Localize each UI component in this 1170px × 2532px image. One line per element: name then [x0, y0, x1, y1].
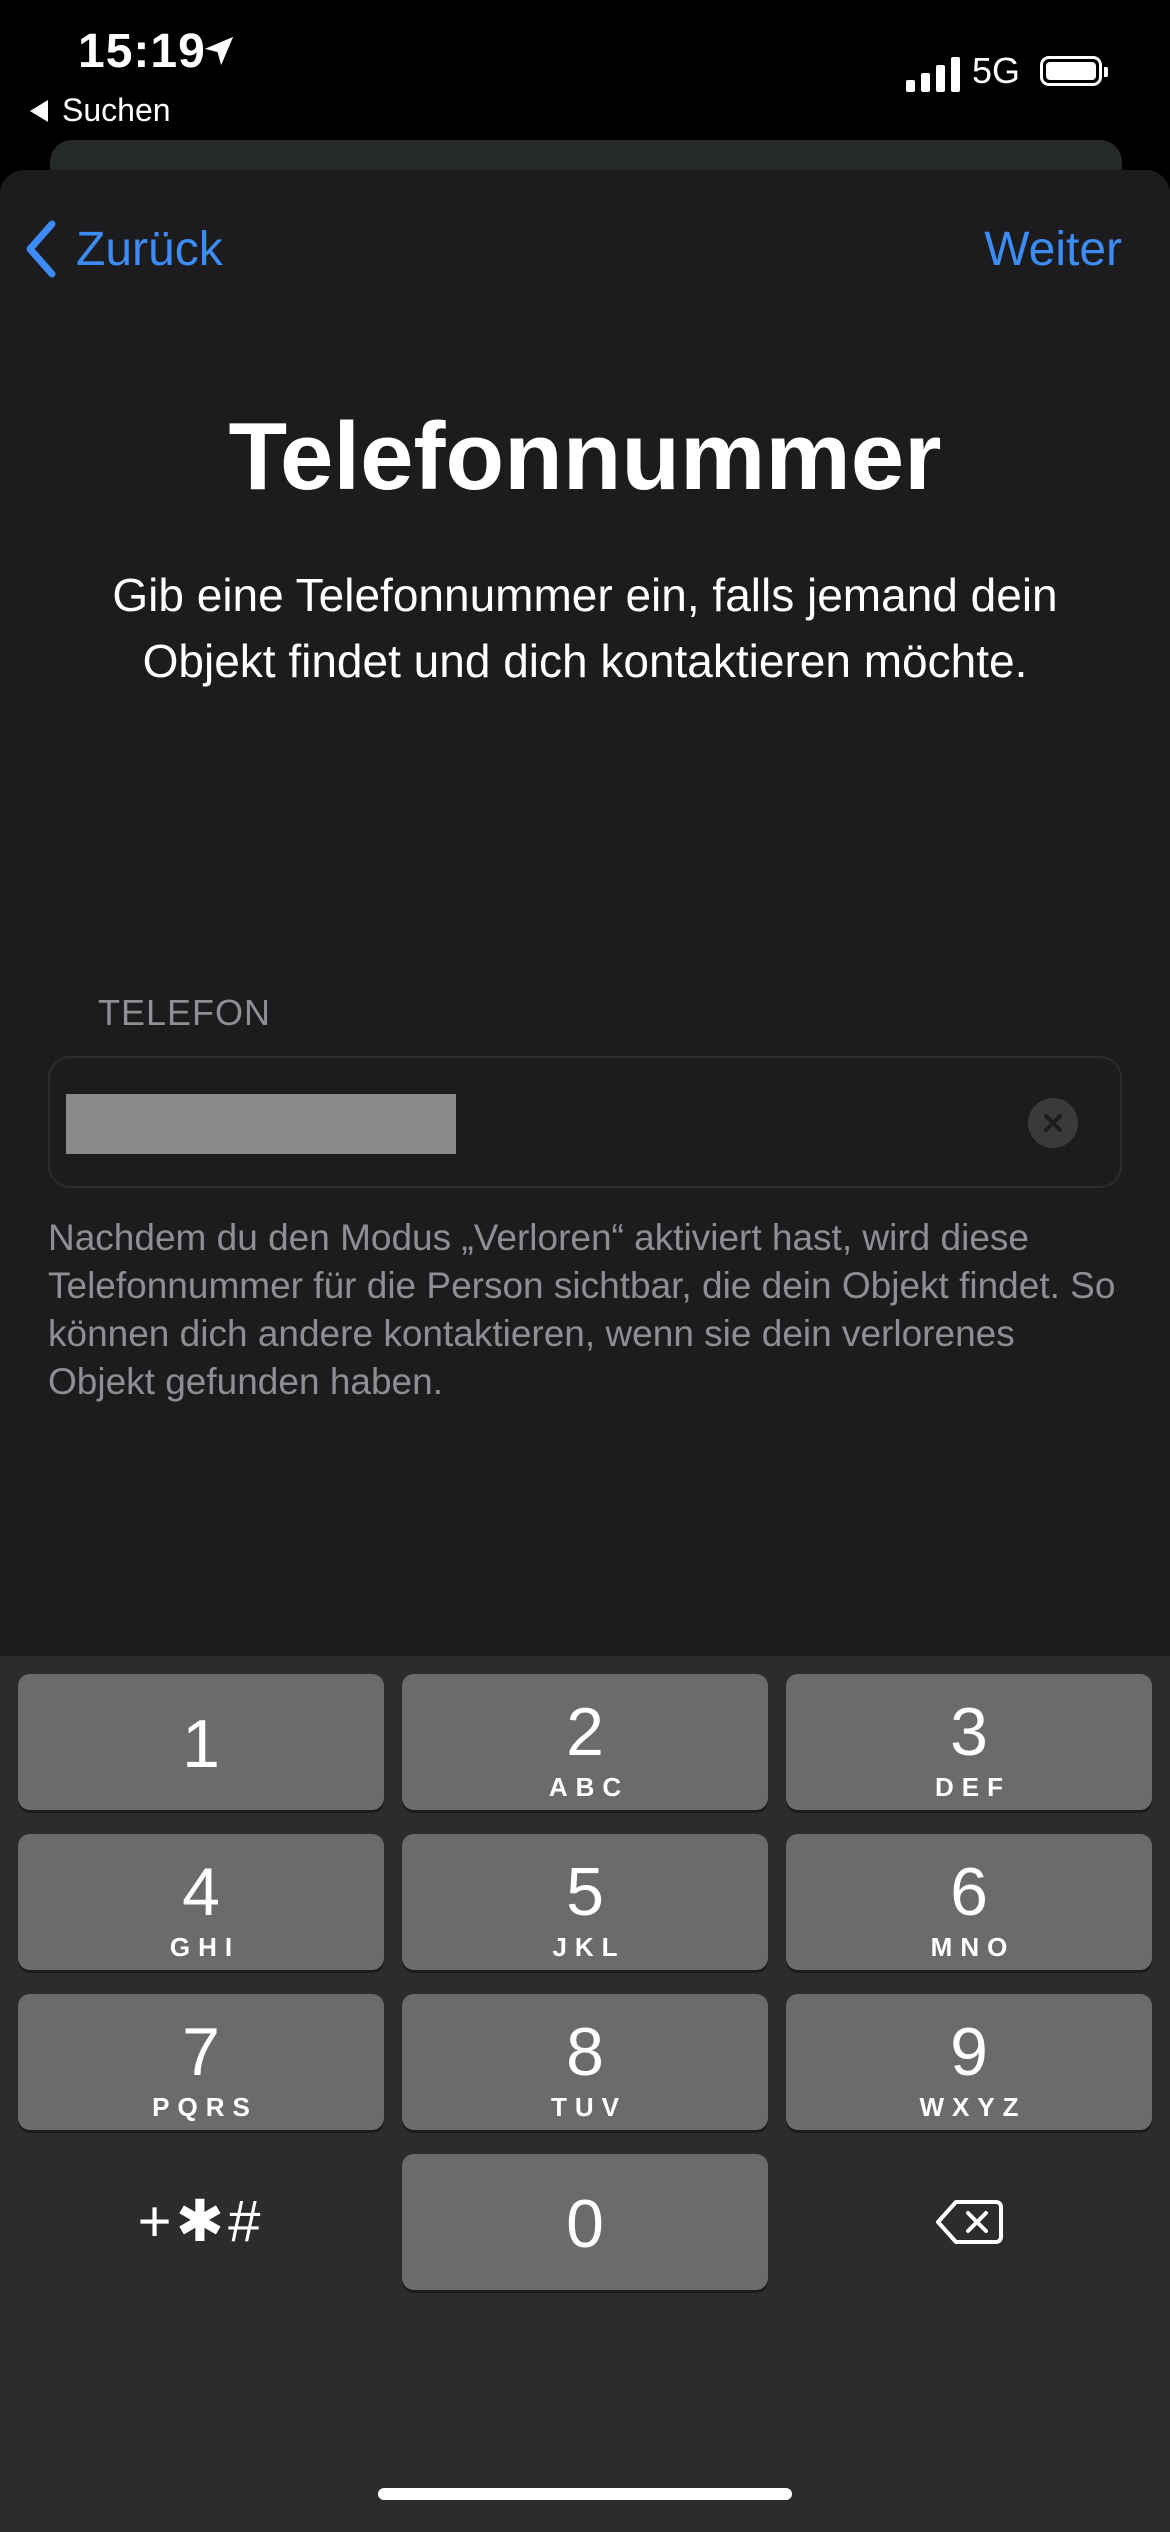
key-digit: 6 [950, 1854, 988, 1930]
key-4[interactable]: 4 GHI [18, 1834, 384, 1970]
backspace-icon [936, 2200, 1003, 2244]
signal-icon [906, 54, 960, 92]
symbols-label: +✱# [137, 2189, 265, 2254]
phone-field-label: TELEFON [98, 992, 272, 1033]
key-5[interactable]: 5 JKL [402, 1834, 768, 1970]
key-digit: 7 [182, 2014, 220, 2090]
key-digit: 9 [950, 2014, 988, 2090]
clear-button[interactable] [1028, 1098, 1078, 1148]
back-button-label: Zurück [76, 222, 223, 276]
delete-key[interactable] [786, 2154, 1152, 2290]
key-6[interactable]: 6 MNO [786, 1834, 1152, 1970]
page-subtitle: Gib eine Telefonnummer ein, falls jemand… [112, 569, 1058, 687]
status-time: 15:19 [78, 25, 206, 78]
key-0[interactable]: 0 [402, 2154, 768, 2290]
location-arrow-icon [204, 36, 234, 66]
key-7[interactable]: 7 PQRS [18, 1994, 384, 2130]
back-triangle-icon [30, 99, 48, 122]
symbols-key[interactable]: +✱# [18, 2154, 384, 2290]
back-app-label: Suchen [62, 92, 171, 128]
key-letters: PQRS [152, 2092, 258, 2122]
key-8[interactable]: 8 TUV [402, 1994, 768, 2130]
numeric-keypad: 1 2 ABC 3 DEF 4 GHI 5 JKL 6 MNO 7 PQRS 8… [0, 1656, 1170, 2532]
key-digit: 1 [182, 1706, 220, 1782]
key-letters: TUV [551, 2092, 627, 2122]
network-type: 5G [972, 50, 1021, 91]
home-indicator[interactable] [378, 2488, 792, 2500]
phone-hint-text: Nachdem du den Modus „Verloren“ aktivier… [48, 1217, 1116, 1402]
key-letters: GHI [169, 1932, 241, 1962]
phone-input[interactable] [66, 1094, 456, 1154]
status-bar: 15:19 Suchen 5G [0, 0, 1170, 150]
key-digit: 5 [566, 1854, 604, 1930]
key-letters: DEF [935, 1772, 1011, 1802]
key-letters: ABC [548, 1772, 630, 1802]
back-to-app-link[interactable]: Suchen [30, 92, 171, 129]
key-1[interactable]: 1 [18, 1674, 384, 1810]
key-letters: JKL [552, 1932, 626, 1962]
back-button[interactable]: Zurück [24, 220, 223, 278]
key-9[interactable]: 9 WXYZ [786, 1994, 1152, 2130]
clear-icon [1044, 1114, 1062, 1132]
key-letters: MNO [930, 1932, 1016, 1962]
key-digit: 2 [566, 1694, 604, 1770]
battery-icon [1040, 56, 1108, 86]
key-3[interactable]: 3 DEF [786, 1674, 1152, 1810]
next-button[interactable]: Weiter [984, 222, 1122, 277]
phone-field [48, 1056, 1122, 1188]
key-digit: 0 [566, 2186, 604, 2262]
key-digit: 3 [950, 1694, 988, 1770]
key-letters: WXYZ [919, 2092, 1027, 2122]
page-title: Telefonnummer [228, 403, 942, 510]
chevron-left-icon [26, 220, 56, 278]
key-digit: 4 [182, 1854, 220, 1930]
key-digit: 8 [566, 2014, 604, 2090]
key-2[interactable]: 2 ABC [402, 1674, 768, 1810]
phone-input-redacted [66, 1094, 456, 1154]
